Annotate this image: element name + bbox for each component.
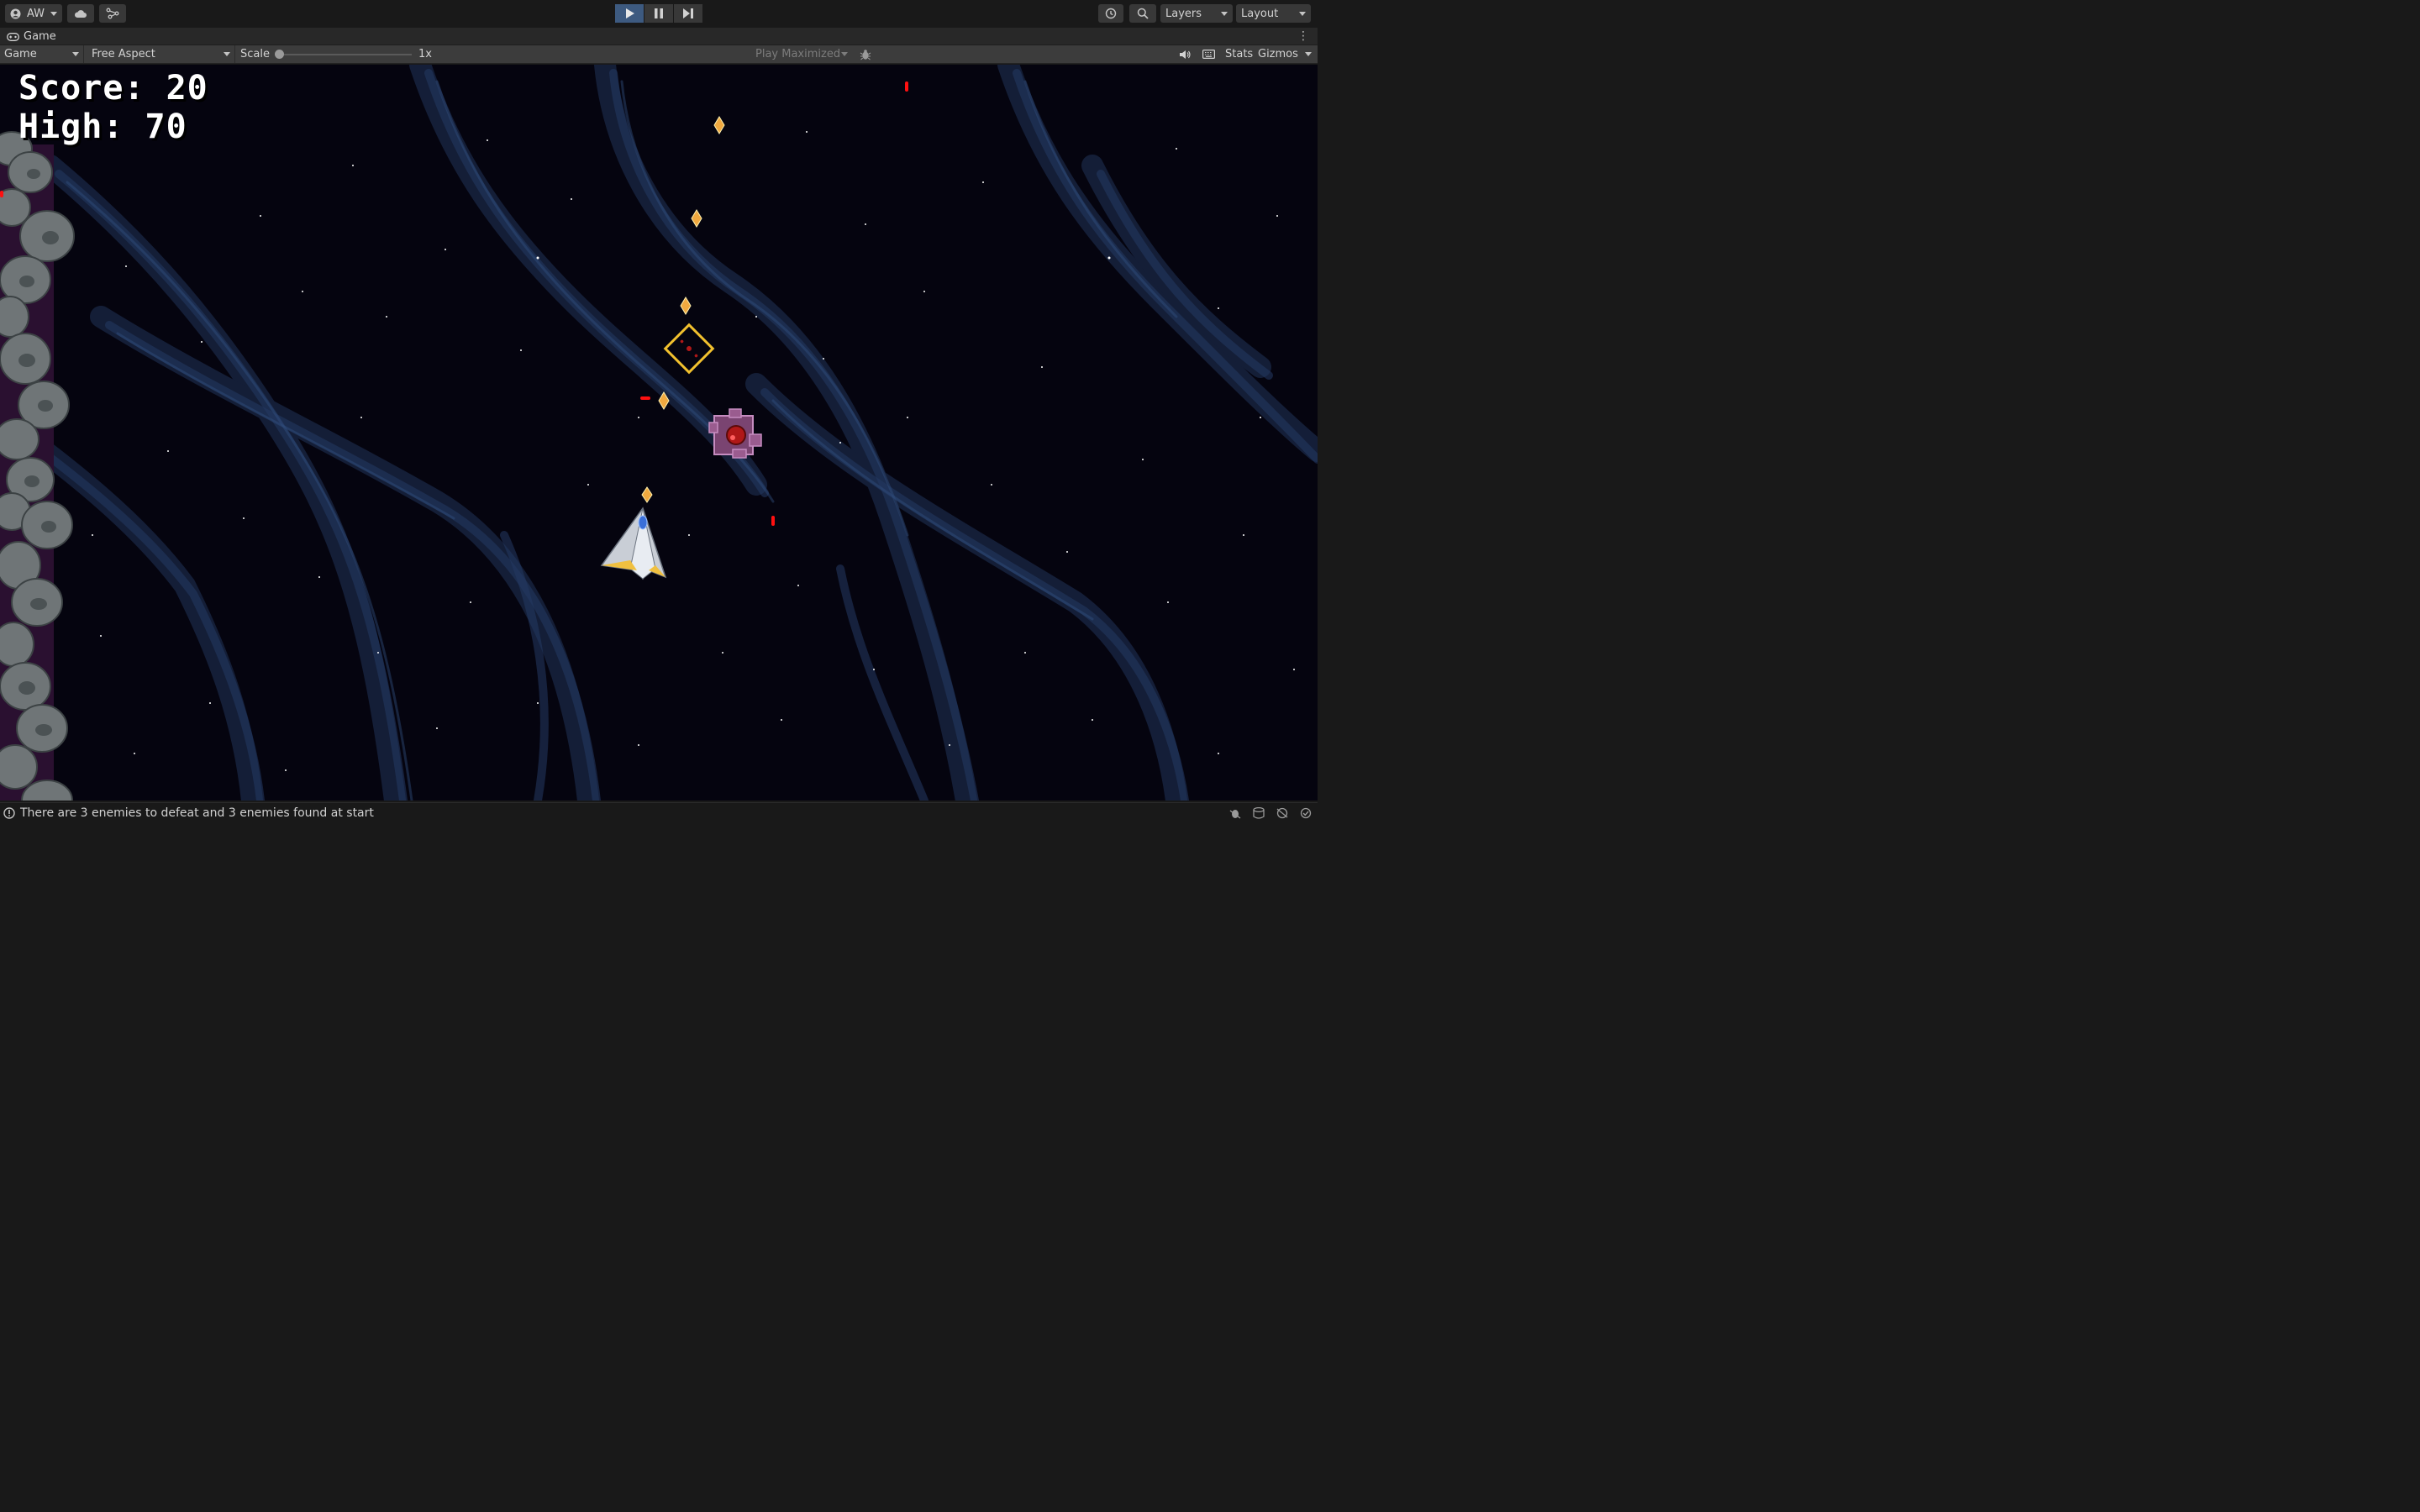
chevron-down-icon [72, 52, 79, 56]
layers-dropdown[interactable]: Layers [1160, 4, 1233, 23]
game-tab-bar: Game ⋮ [0, 28, 1318, 45]
info-icon [3, 807, 15, 819]
play-icon [625, 8, 634, 18]
main-toolbar: AW Layers Layout [0, 0, 1318, 28]
chevron-down-icon [50, 11, 57, 16]
cloud-button[interactable] [67, 4, 94, 23]
more-options-icon[interactable]: ⋮ [1297, 30, 1309, 42]
chevron-down-icon [1221, 11, 1228, 16]
gamepad-icon [7, 32, 19, 41]
check-icon[interactable] [1299, 807, 1313, 819]
audio-button[interactable] [1176, 45, 1193, 63]
aspect-dropdown[interactable]: Free Aspect [87, 45, 235, 63]
scale-label: Scale [240, 48, 270, 60]
search-button[interactable] [1129, 4, 1156, 23]
collab-icon [106, 8, 119, 19]
step-button[interactable] [674, 4, 702, 23]
playback-controls [615, 4, 702, 23]
gizmos-label: Gizmos [1258, 48, 1298, 60]
keyboard-button[interactable] [1199, 45, 1218, 63]
layout-label: Layout [1241, 7, 1279, 20]
display-label: Game [4, 48, 37, 60]
step-icon [683, 8, 693, 18]
history-icon [1105, 8, 1117, 19]
network-icon[interactable] [1276, 807, 1289, 819]
status-icons [1228, 807, 1313, 819]
history-button[interactable] [1098, 4, 1123, 23]
space-scene [0, 65, 1318, 801]
status-bar: There are 3 enemies to defeat and 3 enem… [0, 802, 1318, 823]
high-score-text: High: 70 [18, 108, 187, 146]
debug-status-icon[interactable] [1228, 807, 1242, 819]
tab-title: Game [24, 30, 56, 43]
account-dropdown[interactable]: AW [5, 4, 62, 23]
chevron-down-icon [841, 52, 848, 56]
cache-icon[interactable] [1252, 807, 1265, 819]
cloud-icon [74, 9, 87, 18]
console-message[interactable]: There are 3 enemies to defeat and 3 enem… [20, 806, 374, 820]
account-icon [10, 8, 21, 18]
bug-icon [860, 49, 871, 60]
chevron-down-icon [1304, 52, 1312, 56]
mech-enemy [708, 408, 762, 459]
keyboard-icon [1202, 50, 1215, 59]
score-text: Score: 20 [18, 69, 208, 108]
aspect-label: Free Aspect [92, 48, 155, 60]
scale-value: 1x [418, 48, 432, 60]
layers-label: Layers [1165, 7, 1202, 20]
collab-button[interactable] [99, 4, 126, 23]
account-label: AW [26, 7, 45, 20]
scale-slider-track[interactable] [279, 54, 412, 55]
play-mode-label: Play Maximized [755, 48, 841, 60]
play-button[interactable] [615, 4, 644, 23]
speaker-icon [1180, 50, 1191, 59]
game-viewport[interactable]: Score: 20 High: 70 [0, 65, 1318, 801]
game-view-toolbar: Game Free Aspect Scale 1x Play Maximized… [0, 45, 1318, 64]
chevron-down-icon [224, 52, 230, 56]
chevron-down-icon [1299, 11, 1306, 16]
debug-button[interactable] [855, 45, 876, 63]
play-mode-dropdown[interactable]: Play Maximized [751, 45, 852, 63]
gizmos-dropdown[interactable]: Gizmos [1258, 45, 1312, 63]
stats-button[interactable]: Stats [1225, 45, 1253, 63]
search-icon [1137, 8, 1149, 19]
display-dropdown[interactable]: Game [0, 45, 84, 63]
scale-slider-thumb[interactable] [275, 50, 284, 59]
layout-dropdown[interactable]: Layout [1236, 4, 1311, 23]
tab-game[interactable]: Game [0, 28, 63, 45]
pause-icon [655, 8, 663, 18]
pause-button[interactable] [644, 4, 673, 23]
